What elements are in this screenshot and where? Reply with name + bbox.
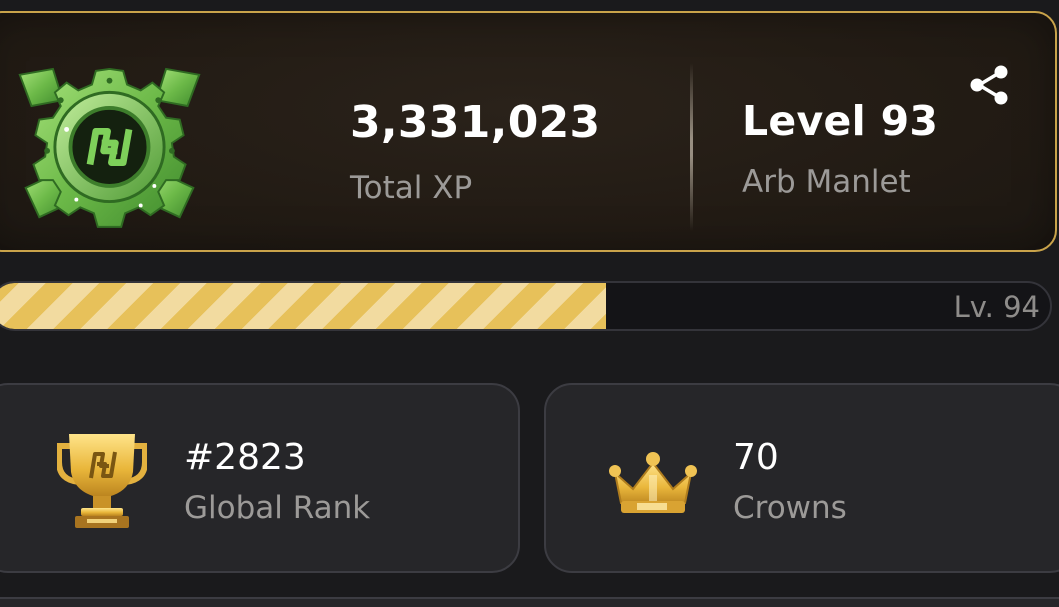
level-stat: Level 93 Arb Manlet bbox=[742, 101, 938, 198]
crowns-card[interactable]: 70 Crowns bbox=[544, 383, 1059, 573]
share-icon[interactable] bbox=[968, 65, 1010, 105]
global-rank-value: #2823 bbox=[184, 437, 306, 478]
level-title: Arb Manlet bbox=[742, 164, 911, 200]
stat-divider bbox=[690, 63, 693, 231]
level-progress-fill bbox=[0, 283, 606, 329]
total-xp-stat: 3,331,023 Total XP bbox=[350, 101, 600, 204]
xp-profile-page: 3,331,023 Total XP Level 93 Arb Manlet L… bbox=[0, 0, 1059, 607]
crowns-label: Crowns bbox=[733, 490, 847, 526]
crowns-value: 70 bbox=[733, 437, 779, 478]
crown-icon bbox=[609, 449, 697, 517]
gear-badge-icon bbox=[12, 61, 207, 229]
next-card bbox=[0, 597, 1059, 607]
level-value: Level 93 bbox=[742, 97, 939, 145]
xp-summary-card: 3,331,023 Total XP Level 93 Arb Manlet bbox=[0, 11, 1057, 252]
global-rank-card[interactable]: #2823 Global Rank bbox=[0, 383, 520, 573]
next-level-label: Lv. 94 bbox=[953, 290, 1040, 324]
total-xp-label: Total XP bbox=[350, 170, 473, 206]
total-xp-value: 3,331,023 bbox=[350, 97, 601, 148]
level-progress-bar: Lv. 94 bbox=[0, 281, 1052, 331]
trophy-icon bbox=[57, 432, 147, 530]
global-rank-label: Global Rank bbox=[184, 490, 371, 526]
